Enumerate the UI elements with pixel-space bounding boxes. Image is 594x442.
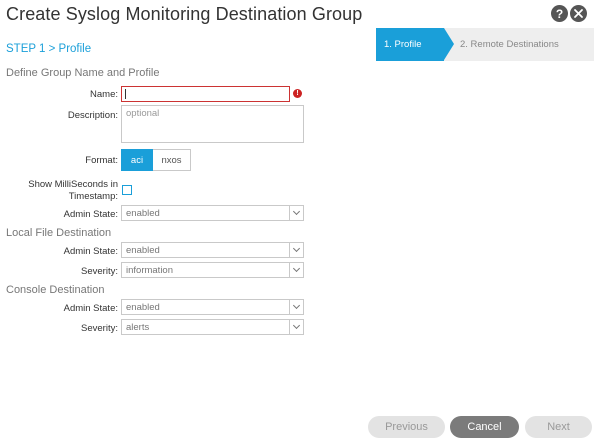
step-profile[interactable]: 1. Profile — [376, 28, 444, 61]
chevron-down-icon — [289, 300, 303, 314]
local-severity-select[interactable]: information — [121, 262, 304, 278]
format-toggle: aci nxos — [121, 149, 191, 171]
console-severity-select[interactable]: alerts — [121, 319, 304, 335]
show-ms-checkbox[interactable] — [122, 185, 132, 195]
local-admin-state-select[interactable]: enabled — [121, 242, 304, 258]
text-cursor — [125, 89, 126, 99]
console-severity-value: alerts — [126, 322, 150, 333]
show-ms-label-line2: Timestamp: — [68, 191, 118, 202]
chevron-down-icon — [289, 263, 303, 277]
console-severity-label: Severity: — [81, 323, 118, 334]
cancel-button[interactable]: Cancel — [450, 416, 519, 438]
format-option-aci[interactable]: aci — [121, 149, 153, 171]
chevron-down-icon — [289, 243, 303, 257]
show-ms-label-line1: Show MilliSeconds in — [28, 179, 118, 190]
local-admin-state-label: Admin State: — [63, 246, 118, 257]
admin-state-value: enabled — [126, 208, 160, 219]
chevron-down-icon — [289, 320, 303, 334]
step-arrow-icon — [444, 28, 454, 60]
step-breadcrumb: STEP 1 > Profile — [6, 43, 92, 55]
previous-button[interactable]: Previous — [368, 416, 445, 438]
console-admin-state-label: Admin State: — [63, 303, 118, 314]
description-label: Description: — [67, 110, 118, 121]
name-input[interactable] — [121, 86, 290, 102]
console-admin-state-select[interactable]: enabled — [121, 299, 304, 315]
admin-state-select[interactable]: enabled — [121, 205, 304, 221]
format-label: Format: — [85, 155, 118, 166]
local-admin-state-value: enabled — [126, 245, 160, 256]
wizard-stepper: 1. Profile 2. Remote Destinations — [376, 28, 594, 61]
console-admin-state-value: enabled — [126, 302, 160, 313]
next-button[interactable]: Next — [525, 416, 592, 438]
dialog-title: Create Syslog Monitoring Destination Gro… — [6, 4, 363, 24]
step-remote-destinations[interactable]: 2. Remote Destinations — [460, 28, 559, 61]
section-console-heading: Console Destination — [6, 284, 105, 296]
error-icon: ! — [293, 89, 302, 98]
local-severity-value: information — [126, 265, 173, 276]
section-group-heading: Define Group Name and Profile — [6, 67, 160, 79]
description-field[interactable]: optional — [121, 105, 304, 143]
chevron-down-icon — [289, 206, 303, 220]
name-label: Name: — [90, 89, 118, 100]
section-local-file-heading: Local File Destination — [6, 227, 112, 239]
close-icon[interactable] — [570, 5, 587, 22]
help-icon[interactable]: ? — [551, 5, 568, 22]
local-severity-label: Severity: — [81, 266, 118, 277]
format-option-nxos[interactable]: nxos — [153, 149, 191, 171]
admin-state-label: Admin State: — [63, 209, 118, 220]
